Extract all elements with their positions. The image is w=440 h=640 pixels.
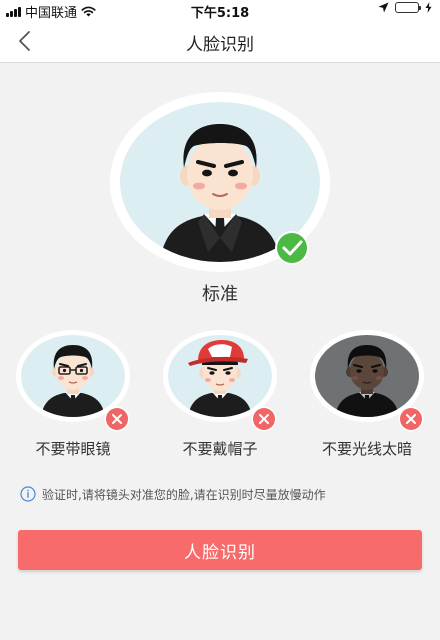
standard-label: 标准 [202,284,238,305]
close-icon [398,406,424,432]
face-with-glasses-illustration [41,345,105,417]
verification-notice: 验证时,请将镜头对准您的脸,请在识别时尽量放慢动作 [20,484,430,504]
status-time: 下午5:18 [190,6,250,21]
face-with-hat-illustration [188,340,252,417]
close-icon [251,406,277,432]
example-no-dark-label: 不要光线太暗 [321,440,412,458]
battery-icon [395,2,421,13]
example-no-hat-photo [168,335,272,417]
example-no-dark-photo [315,335,419,417]
check-icon [275,231,309,265]
status-right [378,2,432,13]
face-recognition-button[interactable]: 人脸识别 [18,530,422,570]
example-no-glasses-photo [21,335,125,417]
page-title: 人脸识别 [186,35,254,55]
face-dark-lighting-illustration [335,345,399,417]
example-no-glasses-label: 不要带眼镜 [35,440,111,458]
charging-bolt-icon [425,2,432,13]
info-icon [20,486,36,502]
location-arrow-icon [378,2,389,13]
example-no-hat-label: 不要戴帽子 [182,440,258,458]
close-icon [104,406,130,432]
nav-bar: 人脸识别 [0,20,440,63]
notice-text: 验证时,请将镜头对准您的脸,请在识别时尽量放慢动作 [42,487,326,502]
status-bar: 中国联通 下午5:18 [0,0,440,21]
